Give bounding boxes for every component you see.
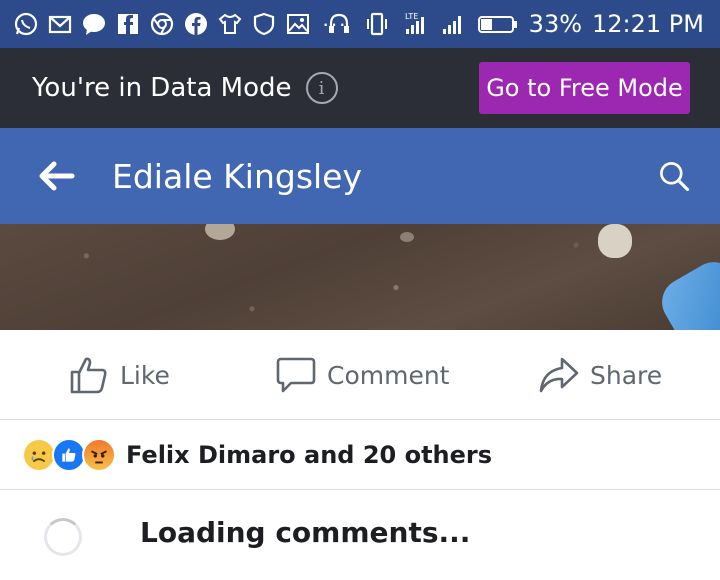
- gmail-icon: [46, 10, 74, 38]
- gallery-icon: [284, 10, 312, 38]
- headphones-icon: [325, 10, 353, 38]
- comment-label: Comment: [327, 360, 450, 390]
- like-button[interactable]: Like: [68, 350, 170, 400]
- like-label: Like: [120, 360, 170, 390]
- clock: 12:21 PM: [592, 10, 704, 38]
- photo-detail: [400, 232, 414, 242]
- system-status: LTE 33% 12:21 PM: [325, 0, 704, 48]
- reactions-summary-text: Felix Dimaro and 20 others: [126, 440, 493, 469]
- loading-spinner-icon: [44, 518, 82, 556]
- share-arrow-icon: [539, 357, 579, 393]
- whatsapp-icon: [12, 10, 40, 38]
- comment-button[interactable]: Comment: [275, 350, 450, 400]
- vibrate-icon: [363, 10, 391, 38]
- search-icon: [660, 162, 690, 192]
- messenger-icon: [80, 10, 108, 38]
- photo-detail: [653, 253, 720, 330]
- back-arrow-icon: [39, 161, 75, 191]
- back-button[interactable]: [26, 146, 86, 206]
- go-to-free-mode-button[interactable]: Go to Free Mode: [479, 62, 690, 114]
- loading-comments-text: Loading comments...: [140, 516, 471, 549]
- share-label: Share: [590, 360, 663, 390]
- facebook-icon: [182, 10, 210, 38]
- page-title: Ediale Kingsley: [112, 156, 363, 196]
- angry-reaction-icon: [82, 437, 116, 472]
- status-bar: ··· LTE 33% 12:21 PM: [0, 0, 720, 48]
- notification-icons: ···: [0, 10, 347, 38]
- info-icon[interactable]: i: [305, 72, 338, 104]
- shield-icon: [250, 10, 278, 38]
- data-mode-banner: You're in Data Mode i Go to Free Mode: [0, 48, 720, 128]
- battery-icon: [477, 10, 519, 38]
- comment-bubble-icon: [276, 357, 316, 393]
- thumbs-up-icon: [70, 357, 107, 394]
- header-bar: Ediale Kingsley: [0, 128, 720, 224]
- facebook-lite-icon: [114, 10, 142, 38]
- battery-percent: 33%: [528, 10, 583, 38]
- post-actions: Like Comment Share: [0, 330, 720, 420]
- data-mode-message: You're in Data Mode: [32, 73, 292, 103]
- share-button[interactable]: Share: [538, 350, 662, 400]
- reactions-summary[interactable]: Felix Dimaro and 20 others: [0, 420, 720, 490]
- reaction-icons: [22, 437, 116, 472]
- photo-detail: [205, 224, 235, 240]
- search-button[interactable]: [652, 154, 696, 198]
- lte-label: LTE: [405, 12, 418, 21]
- lte-signal-icon: LTE: [401, 10, 429, 38]
- sad-reaction-icon: [22, 437, 56, 472]
- comments-section: Loading comments...: [0, 490, 720, 580]
- chrome-icon: [148, 10, 176, 38]
- signal-icon: [439, 10, 467, 38]
- shirt-icon: [216, 10, 244, 38]
- like-reaction-icon: [52, 437, 86, 472]
- post-photo[interactable]: [0, 224, 720, 330]
- photo-detail: [598, 224, 632, 258]
